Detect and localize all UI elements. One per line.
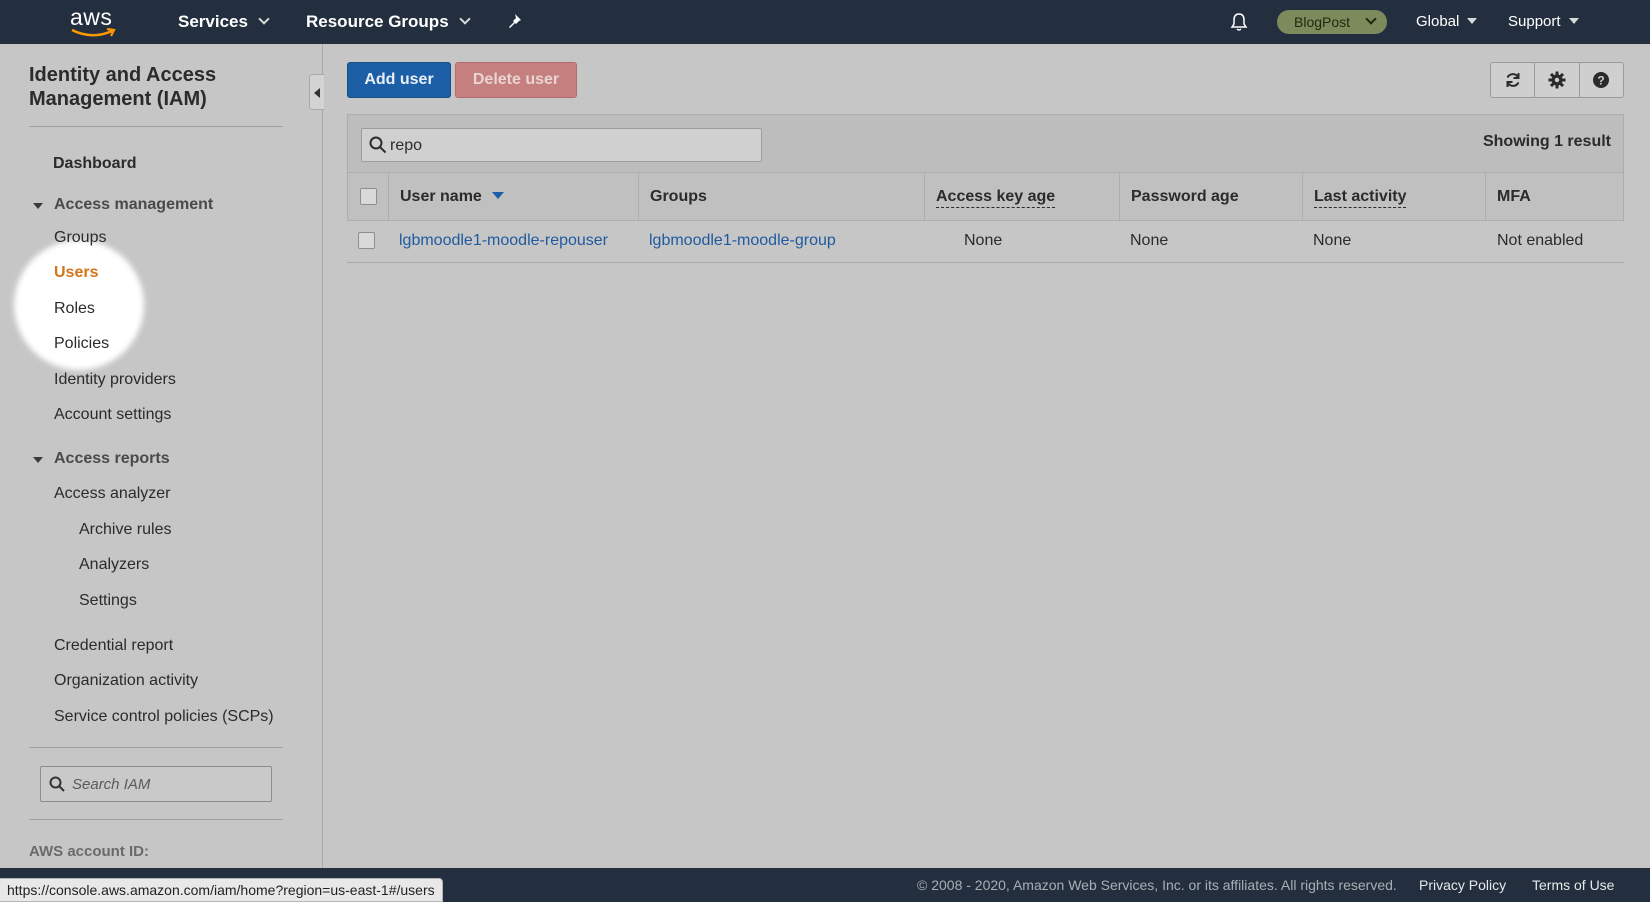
sidebar-divider (29, 819, 283, 820)
bell-icon[interactable] (1228, 11, 1250, 33)
user-filter-input[interactable]: repo (361, 128, 762, 162)
refresh-button[interactable] (1491, 63, 1536, 97)
resource-groups-label: Resource Groups (306, 12, 449, 31)
aws-logo[interactable]: aws (68, 4, 118, 38)
group-link[interactable]: lgbmoodle1-moodle-group (638, 221, 924, 263)
filter-value: repo (390, 137, 423, 154)
column-label: Groups (650, 188, 707, 205)
mfa-cell: Not enabled (1497, 232, 1584, 249)
user-name-link[interactable]: lgbmoodle1-moodle-repouser (388, 221, 638, 263)
access-key-age-cell: None (964, 232, 1003, 249)
region-menu[interactable]: Global (1416, 0, 1478, 44)
aws-smile-icon (71, 28, 116, 37)
support-label: Support (1508, 13, 1561, 30)
column-access-key-age[interactable]: Access key age (925, 173, 1120, 220)
support-menu[interactable]: Support (1508, 0, 1579, 44)
row-select-cell (347, 221, 388, 263)
column-label: Access key age (936, 188, 1056, 208)
column-password-age[interactable]: Password age (1120, 173, 1303, 220)
select-all-checkbox[interactable] (360, 188, 377, 205)
sidebar-item-access-analyzer[interactable]: Access analyzer (54, 485, 171, 503)
section-label: Access reports (54, 450, 170, 467)
sidebar-item-settings[interactable]: Settings (79, 592, 137, 610)
caret-down-icon (1568, 18, 1579, 24)
delete-user-button[interactable]: Delete user (455, 62, 577, 98)
caret-down-icon (33, 203, 43, 209)
sidebar-title: Identity and Access Management (IAM) (29, 64, 217, 110)
chevron-down-icon (258, 13, 270, 25)
caret-down-icon (1467, 18, 1478, 24)
sidebar-item-roles[interactable]: Roles (54, 300, 95, 318)
section-label: Access management (54, 196, 214, 213)
row-checkbox[interactable] (358, 232, 375, 249)
table-column-headers: User name Groups Access key age Password… (347, 173, 1624, 221)
sidebar-item-identity-providers[interactable]: Identity providers (54, 371, 176, 389)
iam-search-input[interactable]: Search IAM (40, 766, 272, 802)
sidebar-collapse-toggle[interactable] (309, 74, 324, 110)
sidebar-item-organization-activity[interactable]: Organization activity (54, 672, 198, 690)
column-label: Last activity (1314, 188, 1407, 208)
top-navigation-bar: aws Services Resource Groups BlogPost Gl… (0, 0, 1650, 44)
browser-status-url: https://console.aws.amazon.com/iam/home?… (0, 878, 443, 902)
sidebar-item-users[interactable]: Users (54, 264, 98, 282)
services-label: Services (178, 12, 248, 31)
password-age-cell: None (1130, 232, 1169, 249)
chevron-down-icon (458, 13, 471, 25)
table-tools: ? (1490, 62, 1624, 98)
help-button[interactable]: ? (1580, 63, 1623, 97)
services-menu[interactable]: Services (178, 0, 270, 44)
caret-down-icon (33, 457, 43, 463)
resource-groups-menu[interactable]: Resource Groups (306, 0, 471, 44)
sidebar-item-analyzers[interactable]: Analyzers (79, 556, 149, 574)
sort-desc-icon (491, 192, 504, 199)
aws-logo-text: aws (70, 4, 113, 30)
sidebar-divider (29, 747, 283, 748)
sidebar-section-access-reports[interactable]: Access reports (33, 450, 170, 468)
sidebar-item-policies[interactable]: Policies (54, 335, 109, 353)
search-icon (49, 776, 65, 792)
pin-icon[interactable] (507, 12, 527, 32)
select-all-cell (348, 173, 389, 220)
sidebar-section-access-management[interactable]: Access management (33, 196, 214, 214)
sidebar-item-credential-report[interactable]: Credential report (54, 637, 173, 655)
svg-text:?: ? (1598, 74, 1605, 88)
column-label: Password age (1131, 188, 1239, 205)
privacy-policy-link[interactable]: Privacy Policy (1419, 877, 1506, 893)
chevron-down-icon (1365, 13, 1377, 25)
column-user-name[interactable]: User name (389, 173, 639, 220)
last-activity-cell: None (1313, 232, 1352, 249)
column-label: MFA (1497, 188, 1531, 205)
refresh-icon (1506, 73, 1520, 87)
caret-left-icon (314, 88, 320, 98)
sidebar: Identity and Access Management (IAM) Das… (0, 44, 323, 868)
users-table-panel: repo Showing 1 result User name Groups A… (347, 114, 1624, 263)
result-count: Showing 1 result (1482, 133, 1611, 150)
settings-button[interactable] (1535, 63, 1580, 97)
add-user-button[interactable]: Add user (347, 62, 451, 98)
sidebar-item-archive-rules[interactable]: Archive rules (79, 521, 171, 539)
terms-of-use-link[interactable]: Terms of Use (1532, 877, 1614, 893)
sidebar-item-dashboard[interactable]: Dashboard (53, 155, 137, 173)
help-icon: ? (1593, 72, 1610, 88)
sidebar-item-groups[interactable]: Groups (54, 229, 106, 247)
region-label: Global (1416, 13, 1460, 30)
sidebar-item-account-settings[interactable]: Account settings (54, 406, 171, 424)
account-id-label: AWS account ID: (29, 843, 150, 860)
account-name: BlogPost (1294, 14, 1351, 30)
account-menu[interactable]: BlogPost (1277, 10, 1387, 34)
column-groups[interactable]: Groups (639, 173, 925, 220)
column-mfa[interactable]: MFA (1486, 173, 1623, 220)
column-last-activity[interactable]: Last activity (1303, 173, 1486, 220)
search-icon (369, 136, 387, 154)
copyright-text: © 2008 - 2020, Amazon Web Services, Inc.… (917, 877, 1397, 893)
search-placeholder: Search IAM (72, 776, 151, 793)
table-header-bar: repo Showing 1 result (347, 114, 1624, 173)
table-row[interactable]: lgbmoodle1-moodle-repouser lgbmoodle1-mo… (347, 221, 1624, 263)
sidebar-item-scps[interactable]: Service control policies (SCPs) (54, 708, 274, 726)
gear-icon (1548, 71, 1566, 89)
sidebar-divider (29, 126, 283, 127)
column-label: User name (400, 188, 482, 205)
